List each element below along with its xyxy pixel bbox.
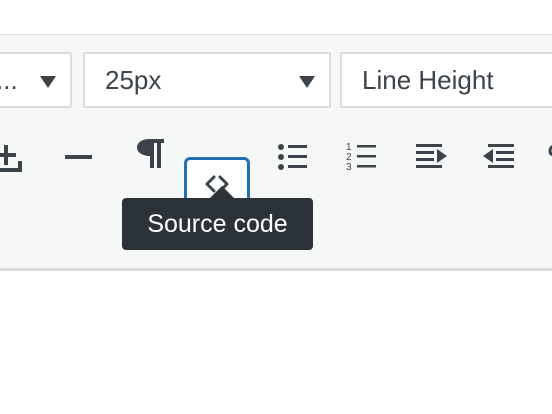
- paragraph-button[interactable]: [116, 123, 182, 185]
- numbered-list-button[interactable]: 1 2 3: [327, 123, 393, 185]
- outdent-button[interactable]: [466, 123, 532, 185]
- editor-page: ... 25px Line Height: [0, 0, 552, 414]
- font-family-select[interactable]: ...: [0, 52, 72, 108]
- editor-header-area: [0, 0, 552, 35]
- font-size-select[interactable]: 25px: [83, 52, 331, 108]
- indent-button[interactable]: [398, 123, 464, 185]
- more-icon: [548, 145, 552, 157]
- chevron-down-icon: [40, 76, 56, 88]
- numbered-list-digit-3: 3: [346, 162, 352, 173]
- chevron-down-icon: [299, 76, 315, 88]
- indent-icon: [416, 144, 447, 168]
- add-icon: [0, 145, 22, 172]
- numbered-list-icon: 1 2 3: [346, 142, 376, 173]
- paragraph-icon: [137, 139, 164, 168]
- more-tools-button[interactable]: [533, 123, 552, 185]
- line-height-select-value: Line Height: [362, 65, 494, 95]
- insert-button[interactable]: [0, 123, 39, 185]
- horizontal-line-button[interactable]: [45, 123, 111, 185]
- horizontal-line-icon: [65, 155, 92, 159]
- line-height-select[interactable]: Line Height: [340, 52, 552, 108]
- bulleted-list-button[interactable]: [257, 123, 323, 185]
- outdent-icon: [483, 144, 514, 168]
- bulleted-list-icon: [278, 144, 307, 170]
- font-size-select-value: 25px: [105, 65, 162, 95]
- font-family-select-value: ...: [0, 65, 18, 95]
- tooltip-arrow: [210, 186, 234, 198]
- source-code-tooltip: Source code: [122, 198, 313, 250]
